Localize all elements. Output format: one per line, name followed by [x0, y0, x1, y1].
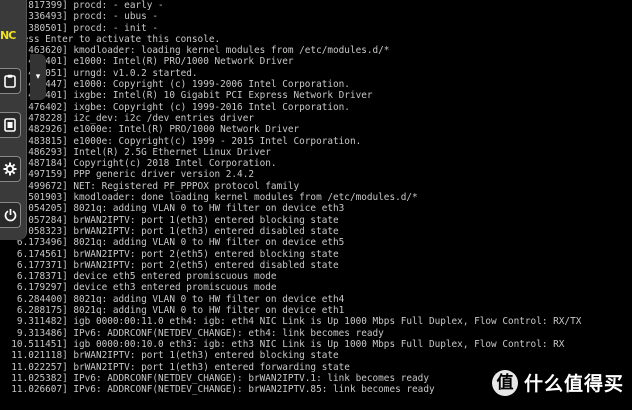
console-line: 4.501903] kmodloader: done loading kerne… — [0, 192, 418, 204]
console-line: 4.471447] e1000: Copyright (c) 1999-2006… — [0, 79, 350, 91]
power-button[interactable] — [0, 202, 21, 228]
console-line: 4.478228] i2c_dev: i2c /dev entries driv… — [0, 112, 254, 124]
console-line: e press Enter to activate this console. — [0, 33, 221, 45]
fullscreen-button[interactable] — [0, 112, 21, 138]
console-line: 6.177371] brWAN2IPTV: port 2(eth5) enter… — [0, 259, 339, 271]
console-line: 6.179297] device eth3 entered promiscuou… — [0, 282, 277, 294]
console-line: 11.021118] brWAN2IPTV: port 1(eth3) ente… — [0, 350, 339, 362]
console-line: 4.497159] PPP generic driver version 2.4… — [0, 169, 254, 181]
console-line: 4.380501] procd: - init - — [0, 22, 159, 34]
console-line: 4.475401] ixgbe: Intel(R) 10 Gigabit PCI… — [0, 90, 373, 102]
console-line: 10.511451] igb 0000:00:10.0 eth3: igb: e… — [0, 338, 565, 350]
chevron-down-icon: ▾ — [35, 72, 41, 82]
novnc-control-bar[interactable]: NC — [0, 0, 27, 240]
power-icon — [4, 208, 17, 222]
watermark-text: 什么值得买 — [523, 373, 624, 395]
console-line: 4.487184] Copyright(c) 2018 Intel Corpor… — [0, 158, 277, 170]
console-line: 6.054205] 8021q: adding VLAN 0 to HW fil… — [0, 203, 345, 215]
control-bar-handle[interactable]: ▾ — [30, 54, 46, 100]
console-line: 4.482926] e1000e: Intel(R) PRO/1000 Netw… — [0, 124, 300, 136]
console-line: 4.483815] e1000e: Copyright(c) 1999 - 20… — [0, 135, 362, 147]
console-line: 6.174561] brWAN2IPTV: port 2(eth5) enter… — [0, 248, 339, 260]
console-output: 3.817399] procd: - early - 4.336493] pro… — [0, 0, 632, 410]
console-line: 3.817399] procd: - early - — [0, 0, 164, 11]
console-line: 6.057284] brWAN2IPTV: port 1(eth3) enter… — [0, 214, 339, 226]
console-line: 6.284400] 8021q: adding VLAN 0 to HW fil… — [0, 293, 345, 305]
fullscreen-icon — [4, 118, 16, 132]
console-line: 4.486293] Intel(R) 2.5G Ethernet Linux D… — [0, 146, 271, 158]
clipboard-icon — [4, 74, 16, 88]
watermark-badge: 值 — [491, 369, 518, 396]
clipboard-button[interactable] — [0, 68, 21, 94]
console-line: 4.470401] e1000: Intel(R) PRO/1000 Netwo… — [0, 56, 294, 68]
console-line: 4.499672] NET: Registered PF_PPPOX proto… — [0, 180, 300, 192]
console-line: 9.313486] IPv6: ADDRCONF(NETDEV_CHANGE):… — [0, 327, 384, 339]
console-line: 6.173496] 8021q: adding VLAN 0 to HW fil… — [0, 237, 345, 249]
settings-button[interactable] — [0, 156, 21, 182]
watermark: 值 什么值得买 — [491, 369, 624, 396]
console-line: 4.471051] urngd: v1.0.2 started. — [0, 67, 198, 79]
console-line: 6.058323] brWAN2IPTV: port 1(eth3) enter… — [0, 225, 339, 237]
console-line: 6.288175] 8021q: adding VLAN 0 to HW fil… — [0, 305, 345, 317]
console-line: 4.463620] kmodloader: loading kernel mod… — [0, 45, 390, 57]
console-line: 9.311482] igb 0000:00:11.0 eth4: igb: et… — [0, 316, 582, 328]
console-line: 6.178371] device eth5 entered promiscuou… — [0, 271, 277, 283]
console-line: 4.336493] procd: - ubus - — [0, 11, 159, 23]
novnc-logo: NC — [0, 29, 16, 42]
console-line: 4.476402] ixgbe: Copyright (c) 1999-2016… — [0, 101, 350, 113]
gear-icon — [3, 162, 17, 176]
